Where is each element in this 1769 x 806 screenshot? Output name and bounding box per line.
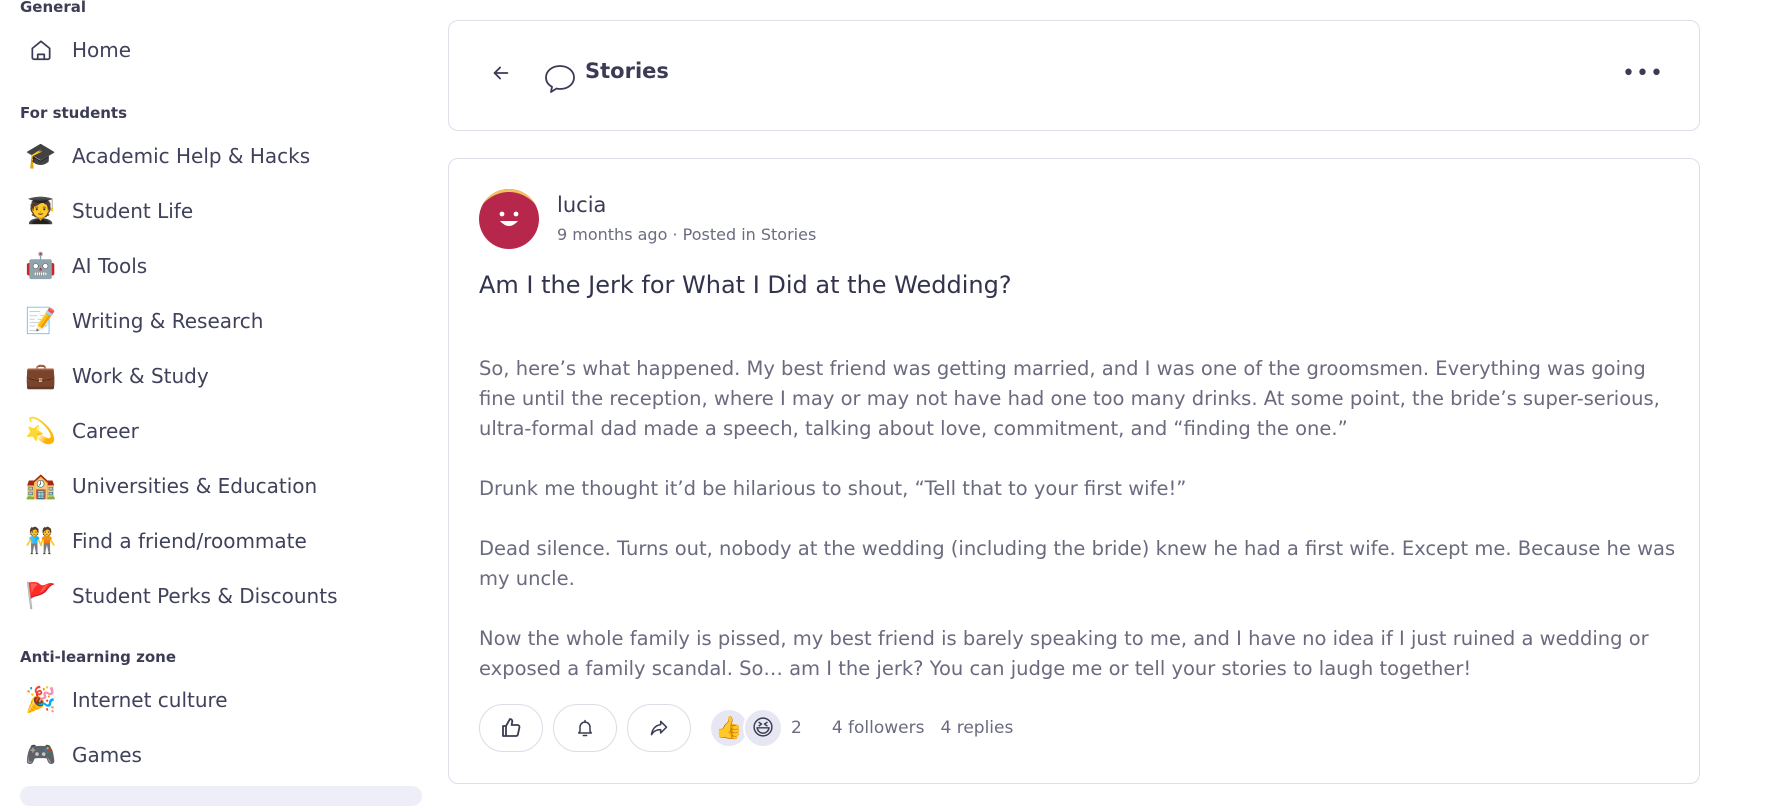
red-flag-icon: 🚩 [25, 581, 57, 610]
sidebar-item-writing-research[interactable]: 📝 Writing & Research [24, 299, 414, 343]
sidebar-item-label: Home [72, 38, 132, 62]
sidebar-item-label: AI Tools [72, 254, 148, 278]
like-button[interactable] [479, 704, 543, 752]
section-title-general: General [20, 0, 86, 16]
avatar-face-icon [479, 189, 539, 249]
sidebar-item-home[interactable]: Home [24, 28, 414, 72]
followers-count[interactable]: 4 followers [832, 718, 925, 738]
robot-icon: 🤖 [25, 251, 57, 280]
sidebar-item-label: Games [72, 743, 142, 767]
school-icon: 🏫 [25, 471, 57, 500]
sidebar-item-career[interactable]: 💫 Career [24, 409, 414, 453]
people-holding-hands-icon: 🧑‍🤝‍🧑 [25, 526, 57, 555]
more-options-button[interactable]: ••• [1622, 59, 1664, 87]
channel-header: Stories ••• [448, 20, 1700, 131]
sidebar-item-label: Universities & Education [72, 474, 318, 498]
section-title-for-students: For students [20, 104, 128, 122]
game-controller-icon: 🎮 [25, 740, 57, 769]
sidebar-item-ai-tools[interactable]: 🤖 AI Tools [24, 244, 414, 288]
sidebar-item-work-study[interactable]: 💼 Work & Study [24, 354, 414, 398]
sidebar-item-label: Internet culture [72, 688, 228, 712]
share-arrow-icon [650, 720, 668, 736]
post-paragraph: So, here’s what happened. My best friend… [479, 357, 1660, 440]
dizzy-star-icon: 💫 [25, 416, 57, 445]
sidebar-item-label: Writing & Research [72, 309, 264, 333]
section-title-anti-learning: Anti-learning zone [20, 648, 177, 666]
page-title: Stories [585, 59, 669, 83]
home-icon [24, 33, 58, 67]
share-button[interactable] [627, 704, 691, 752]
post-title: Am I the Jerk for What I Did at the Wedd… [479, 271, 1012, 299]
post-paragraph: Drunk me thought it’d be hilarious to sh… [479, 477, 1187, 500]
sidebar: General Home For students 🎓 Academic Hel… [0, 0, 440, 806]
sidebar-item-label: Work & Study [72, 364, 209, 388]
post-paragraph: Now the whole family is pissed, my best … [479, 627, 1649, 680]
arrow-left-icon [493, 66, 509, 80]
replies-count[interactable]: 4 replies [941, 718, 1014, 738]
post-body: So, here’s what happened. My best friend… [479, 354, 1679, 714]
subscribe-button[interactable] [553, 704, 617, 752]
more-icon: ••• [1622, 60, 1664, 86]
back-button[interactable] [485, 57, 517, 89]
briefcase-icon: 💼 [25, 361, 57, 390]
sidebar-item-find-friend[interactable]: 🧑‍🤝‍🧑 Find a friend/roommate [24, 519, 414, 563]
sidebar-item-academic-help[interactable]: 🎓 Academic Help & Hacks [24, 134, 414, 178]
post-paragraph: Dead silence. Turns out, nobody at the w… [479, 537, 1676, 590]
sidebar-item-games[interactable]: 🎮 Games [24, 733, 414, 777]
post-meta: 9 months ago · Posted in Stories [557, 225, 817, 244]
avatar[interactable] [479, 189, 539, 249]
sidebar-item-label: Student Life [72, 199, 194, 223]
reactions[interactable]: 👍 😆 2 [709, 704, 832, 752]
sidebar-item-internet-culture[interactable]: 🎉 Internet culture [24, 678, 414, 722]
post-author[interactable]: lucia [557, 193, 606, 217]
post-actions: 👍 😆 2 4 followers 4 replies [479, 703, 1029, 753]
sidebar-item-label: Career [72, 419, 139, 443]
sidebar-item-student-perks[interactable]: 🚩 Student Perks & Discounts [24, 574, 414, 618]
sidebar-item-active[interactable] [20, 786, 422, 806]
sidebar-item-label: Find a friend/roommate [72, 529, 307, 553]
sidebar-item-label: Student Perks & Discounts [72, 584, 338, 608]
sidebar-item-student-life[interactable]: 🧑‍🎓 Student Life [24, 189, 414, 233]
bell-icon [578, 719, 592, 737]
party-popper-icon: 🎉 [25, 685, 57, 714]
post-card: lucia 9 months ago · Posted in Stories A… [448, 158, 1700, 784]
thumbs-up-icon [502, 718, 521, 737]
student-icon: 🧑‍🎓 [25, 196, 57, 225]
memo-icon: 📝 [25, 306, 57, 335]
reaction-count: 2 [791, 718, 802, 738]
chat-bubble-icon [545, 65, 575, 93]
laughing-reaction-icon: 😆 [743, 708, 783, 748]
sidebar-item-universities[interactable]: 🏫 Universities & Education [24, 464, 414, 508]
sidebar-item-label: Academic Help & Hacks [72, 144, 311, 168]
graduation-cap-icon: 🎓 [25, 141, 57, 170]
